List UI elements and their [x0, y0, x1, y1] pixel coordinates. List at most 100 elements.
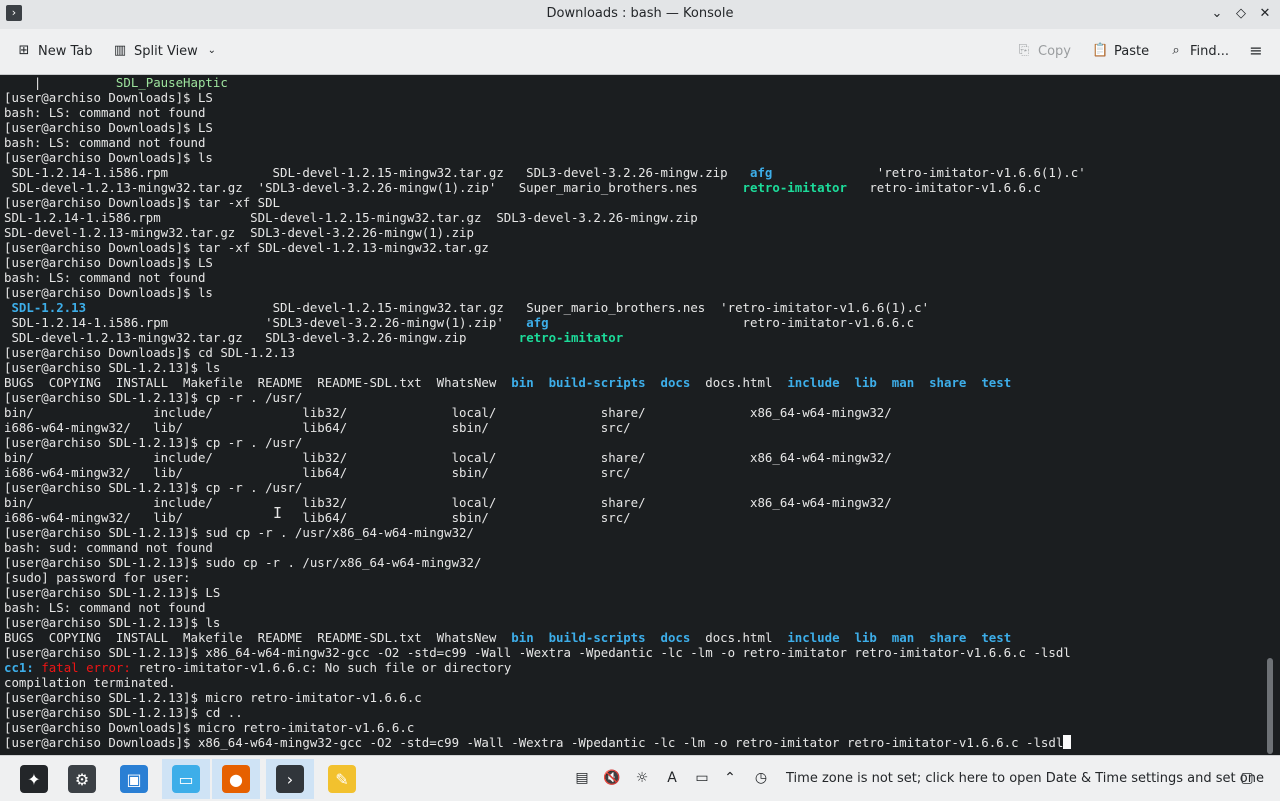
terminal-text: [user@archiso Downloads]$ tar -xf SDL-de… — [4, 240, 489, 255]
taskbar-dolphin-file-manager[interactable]: ▭ — [162, 759, 210, 799]
terminal-text: docs — [660, 375, 691, 390]
terminal-line: [user@archiso SDL-1.2.13]$ ls — [4, 615, 1086, 630]
terminal-view[interactable]: | SDL_PauseHaptic [user@archiso Downloads… — [0, 75, 1266, 755]
terminal-line: SDL-1.2.14-1.i586.rpm 'SDL3-devel-3.2.26… — [4, 315, 1086, 330]
title-bar: › Downloads : bash — Konsole ⌄ ◇ ✕ — [0, 0, 1280, 29]
new-tab-label: New Tab — [38, 43, 93, 59]
taskbar-firefox[interactable]: ● — [212, 759, 260, 799]
terminal-line: [user@archiso Downloads]$ tar -xf SDL — [4, 195, 1086, 210]
terminal-text: bash: LS: command not found — [4, 135, 206, 150]
terminal-text: lib — [854, 630, 877, 645]
terminal-text: SDL_PauseHaptic — [115, 75, 228, 90]
scrollbar-thumb[interactable] — [1267, 658, 1273, 754]
maximize-diamond-icon[interactable]: ◇ — [1231, 4, 1251, 24]
display-icon[interactable]: ▭ — [693, 769, 711, 787]
terminal-text: SDL-devel-1.2.15-mingw32.tar.gz Super_ma… — [86, 300, 930, 315]
terminal-text: SDL-1.2.14-1.i586.rpm SDL-devel-1.2.15-m… — [4, 210, 698, 225]
terminal-line: [user@archiso Downloads]$ LS — [4, 120, 1086, 135]
taskbar-konsole[interactable]: › — [266, 759, 314, 799]
taskbar-system-settings[interactable]: ⚙ — [58, 759, 106, 799]
terminal-line: SDL-1.2.13 SDL-devel-1.2.15-mingw32.tar.… — [4, 300, 1086, 315]
clipboard-icon[interactable]: ▤ — [573, 769, 591, 787]
terminal-text: test — [981, 630, 1012, 645]
terminal-line: [user@archiso SDL-1.2.13]$ cd .. — [4, 705, 1086, 720]
brightness-icon[interactable]: ☼ — [633, 769, 651, 787]
terminal-line: cc1: fatal error: retro-imitator-v1.6.6.… — [4, 660, 1086, 675]
terminal-text: [user@archiso Downloads]$ LS — [4, 90, 213, 105]
terminal-line: [user@archiso SDL-1.2.13]$ x86_64-w64-mi… — [4, 645, 1086, 660]
expand-tray-icon[interactable]: ⌃ — [721, 769, 739, 787]
terminal-text: docs — [660, 630, 691, 645]
new-tab-icon: ⊞ — [18, 43, 30, 58]
terminal-text: docs.html — [690, 375, 788, 390]
terminal-line: SDL-devel-1.2.13-mingw32.tar.gz 'SDL3-de… — [4, 180, 1086, 195]
terminal-line: bash: LS: command not found — [4, 105, 1086, 120]
terminal-text: i686-w64-mingw32/ lib/ lib64/ sbin/ src/ — [4, 465, 631, 480]
terminal-line: bash: LS: command not found — [4, 135, 1086, 150]
terminal-text: build-scripts — [548, 375, 646, 390]
mouse-ibeam-cursor-icon: I — [273, 504, 283, 522]
timezone-notice[interactable]: Time zone is not set; click here to open… — [786, 771, 1264, 786]
terminal-text: lib — [854, 375, 877, 390]
terminal-text: SDL-devel-1.2.13-mingw32.tar.gz SDL3-dev… — [4, 330, 519, 345]
terminal-line: SDL-1.2.14-1.i586.rpm SDL-devel-1.2.15-m… — [4, 165, 1085, 180]
terminal-line: bash: sud: command not found — [4, 540, 1086, 555]
terminal-text: SDL-1.2.13 — [11, 300, 87, 315]
terminal-line: bin/ include/ lib32/ local/ share/ x86_6… — [4, 450, 1086, 465]
dolphin-file-manager-icon: ▭ — [172, 765, 200, 793]
volume-muted-icon[interactable]: 🔇 — [603, 769, 621, 787]
terminal-text: retro-imitator-v1.6.6.c — [548, 315, 915, 330]
terminal-text: bash: LS: command not found — [4, 105, 206, 120]
keyboard-layout-icon[interactable]: A — [663, 769, 681, 787]
konsole-icon: › — [276, 765, 304, 793]
terminal-text: i686-w64-mingw32/ lib/ lib64/ sbin/ src/ — [4, 510, 631, 525]
terminal-text: share — [929, 630, 967, 645]
terminal-line: compilation terminated. — [4, 675, 1086, 690]
copy-button[interactable]: ⎘ Copy — [1016, 40, 1071, 62]
terminal-scrollbar[interactable] — [1266, 75, 1280, 755]
chevron-down-icon[interactable]: ⌄ — [204, 43, 220, 59]
terminal-text: [user@archiso SDL-1.2.13]$ ls — [4, 360, 221, 375]
hamburger-menu-icon: ≡ — [1249, 41, 1263, 60]
taskbar-kate-editor[interactable]: ✎ — [318, 759, 366, 799]
terminal-text: include — [787, 630, 840, 645]
terminal-line: | SDL_PauseHaptic — [4, 75, 1086, 90]
hamburger-menu-button[interactable]: ≡ — [1248, 40, 1264, 62]
new-tab-button[interactable]: ⊞ New Tab — [16, 40, 93, 62]
split-view-button[interactable]: ▥ Split View ⌄ — [112, 40, 220, 62]
terminal-text: SDL-1.2.14-1.i586.rpm SDL-devel-1.2.15-m… — [4, 165, 750, 180]
terminal-line: BUGS COPYING INSTALL Makefile README REA… — [4, 630, 1086, 645]
terminal-line: i686-w64-mingw32/ lib/ lib64/ sbin/ src/ — [4, 465, 1086, 480]
copy-label: Copy — [1038, 43, 1071, 59]
terminal-line: [user@archiso SDL-1.2.13]$ sud cp -r . /… — [4, 525, 1086, 540]
clock-warning-icon[interactable]: ◷ — [752, 769, 770, 787]
split-view-label: Split View — [134, 43, 198, 59]
terminal-text: BUGS COPYING INSTALL Makefile README REA… — [4, 630, 512, 645]
terminal-text: docs.html — [690, 630, 788, 645]
terminal-text: i686-w64-mingw32/ lib/ lib64/ sbin/ src/ — [4, 420, 631, 435]
terminal-line: bash: LS: command not found — [4, 270, 1086, 285]
show-desktop-icon[interactable]: ▢ — [1238, 769, 1256, 787]
terminal-text: retro-imitator — [518, 330, 624, 345]
terminal-text: [user@archiso SDL-1.2.13]$ cp -r . /usr/ — [4, 435, 303, 450]
terminal-text: build-scripts — [548, 630, 646, 645]
terminal-text: [user@archiso SDL-1.2.13]$ x86_64-w64-mi… — [4, 645, 1071, 660]
terminal-line: [user@archiso Downloads]$ x86_64-w64-min… — [4, 735, 1086, 750]
terminal-text: [user@archiso Downloads]$ micro retro-im… — [4, 720, 415, 735]
terminal-line: [user@archiso Downloads]$ cd SDL-1.2.13 — [4, 345, 1086, 360]
taskbar-application-launcher[interactable]: ✦ — [10, 759, 58, 799]
find-button[interactable]: ⌕ Find... — [1168, 40, 1229, 62]
taskbar-discover[interactable]: ▣ — [110, 759, 158, 799]
close-icon[interactable]: ✕ — [1255, 4, 1275, 24]
terminal-line: [user@archiso Downloads]$ LS — [4, 90, 1086, 105]
paste-button[interactable]: 📋 Paste — [1092, 40, 1149, 62]
minimize-chevron-icon[interactable]: ⌄ — [1207, 4, 1227, 24]
terminal-text: bin/ include/ lib32/ local/ share/ x86_6… — [4, 495, 892, 510]
